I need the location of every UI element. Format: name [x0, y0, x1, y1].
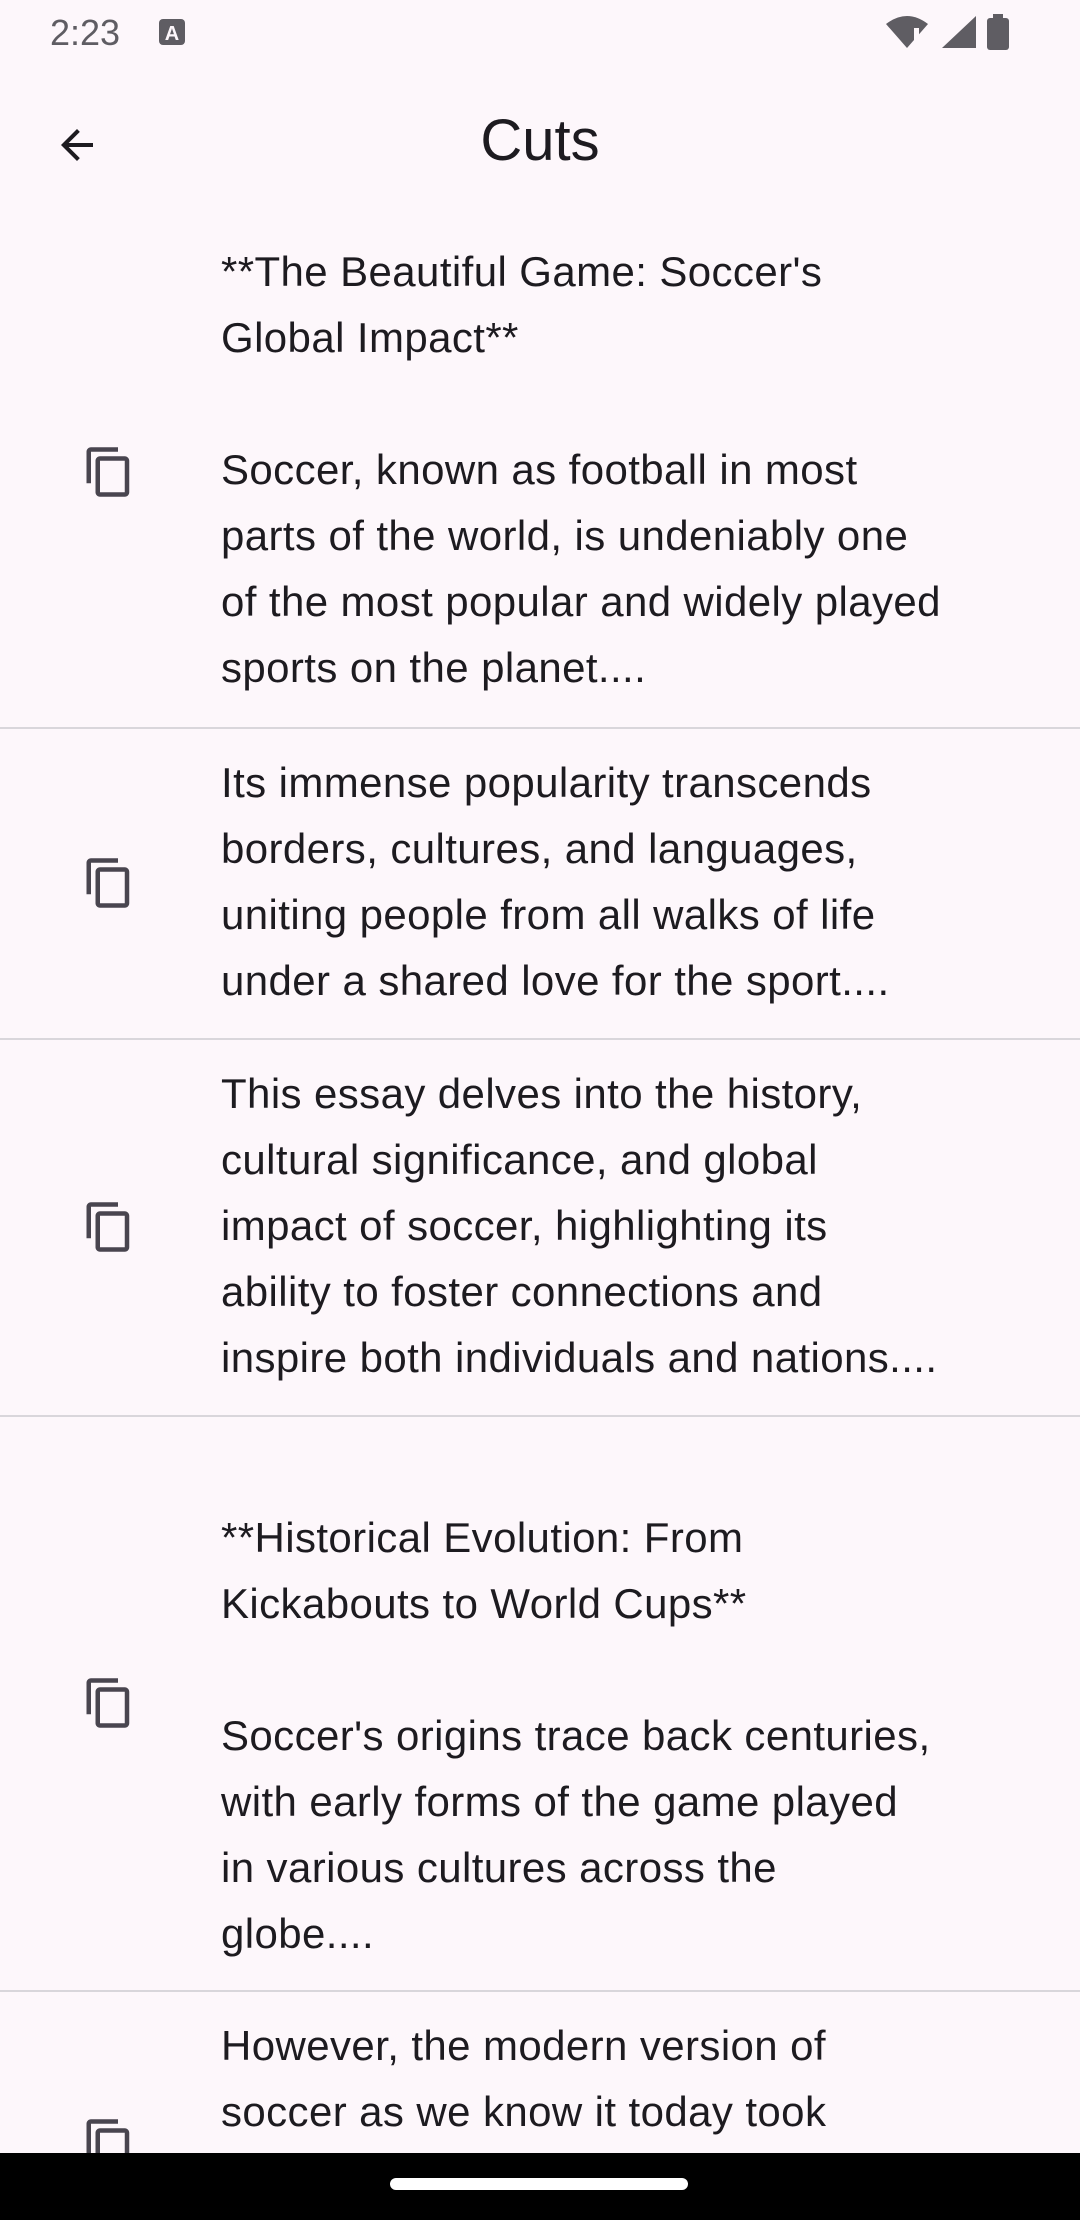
cut-item[interactable]: This essay delves into the history, cult…	[0, 1040, 1080, 1417]
wifi-icon	[886, 16, 928, 48]
cut-text: However, the modern version of soccer as…	[221, 2022, 827, 2135]
cuts-list: **The Beautiful Game: Soccer's Global Im…	[0, 216, 1080, 2169]
status-bar: 2:23 A	[0, 0, 1080, 66]
app-bar: Cuts	[0, 66, 1080, 216]
copy-icon[interactable]	[82, 1197, 136, 1257]
status-icons	[884, 14, 1010, 50]
page-title: Cuts	[480, 108, 600, 173]
cut-text: Its immense popularity transcends border…	[221, 759, 890, 1004]
cut-item[interactable]: **Historical Evolution: From Kickabouts …	[0, 1417, 1080, 1992]
battery-icon	[987, 14, 1009, 50]
cut-item[interactable]: Its immense popularity transcends border…	[0, 729, 1080, 1040]
home-handle[interactable]	[390, 2178, 688, 2190]
cut-item[interactable]: **The Beautiful Game: Soccer's Global Im…	[0, 216, 1080, 729]
cut-text: **The Beautiful Game: Soccer's Global Im…	[221, 248, 941, 691]
copy-icon[interactable]	[82, 853, 136, 913]
cut-item[interactable]: However, the modern version of soccer as…	[0, 1992, 1080, 2169]
signal-icon	[942, 16, 976, 48]
copy-icon[interactable]	[82, 442, 136, 502]
notification-a-icon: A	[159, 19, 185, 45]
svg-text:A: A	[165, 23, 179, 45]
status-time: 2:23	[50, 12, 121, 53]
copy-icon[interactable]	[82, 1673, 136, 1733]
cut-text: **Historical Evolution: From Kickabouts …	[221, 1514, 931, 1957]
cut-text: This essay delves into the history, cult…	[221, 1070, 938, 1381]
navigation-bar	[0, 2153, 1080, 2220]
